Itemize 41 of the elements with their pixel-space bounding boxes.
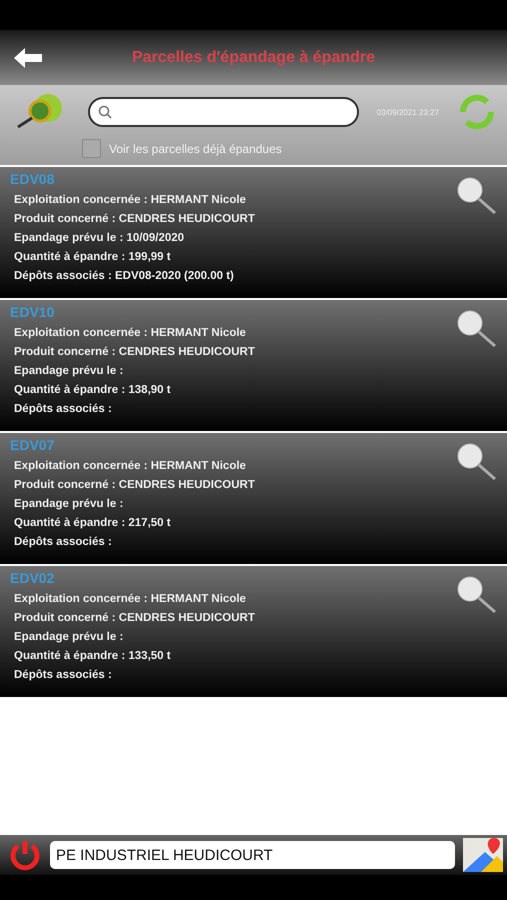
parcel-detail: Epandage prévu le : bbox=[14, 631, 124, 643]
parcel-card[interactable]: EDV02 Exploitation concernée : HERMANT Nicole Produit concerné : CENDRES HEUDICOURT Epandage prévu le : Quantité à épandre : 133,50 t Dépôts associés : bbox=[0, 566, 507, 697]
site-name: PE INDUSTRIEL HEUDICOURT bbox=[50, 841, 455, 869]
parcel-detail: Dépôts associés : bbox=[14, 536, 113, 548]
parcel-card[interactable]: EDV10 Exploitation concernée : HERMANT Nicole Produit concerné : CENDRES HEUDICOURT Epandage prévu le : Quantité à épandre : 138,90 t Dépôts associés : bbox=[0, 300, 507, 431]
parcel-detail: Dépôts associés : EDV08-2020 (200.00 t) bbox=[14, 270, 235, 282]
parcel-detail: Produit concerné : CENDRES HEUDICOURT bbox=[14, 479, 256, 491]
magnifier-icon[interactable] bbox=[455, 576, 497, 614]
parcel-detail: Exploitation concernée : HERMANT Nicole bbox=[14, 460, 247, 472]
parcel-code: EDV08 bbox=[10, 171, 56, 187]
back-arrow-icon[interactable] bbox=[14, 48, 42, 68]
parcel-detail: Quantité à épandre : 199,99 t bbox=[14, 251, 172, 263]
parcel-detail: Exploitation concernée : HERMANT Nicole bbox=[14, 327, 247, 339]
magnifier-icon[interactable] bbox=[455, 177, 497, 215]
parcel-detail: Exploitation concernée : HERMANT Nicole bbox=[14, 593, 247, 605]
parcel-detail: Quantité à épandre : 138,90 t bbox=[14, 384, 172, 396]
parcel-detail: Exploitation concernée : HERMANT Nicole bbox=[14, 194, 247, 206]
parcel-code: EDV10 bbox=[10, 304, 56, 320]
screen-title: Parcelles d'épandage à épandre bbox=[130, 48, 376, 66]
map-icon[interactable] bbox=[463, 838, 503, 872]
magnifier-icon[interactable] bbox=[455, 310, 497, 348]
magnifier-icon[interactable] bbox=[455, 443, 497, 481]
checkbox-label: Voir les parcelles déjà épandues bbox=[109, 142, 282, 156]
parcel-card[interactable]: EDV07 Exploitation concernée : HERMANT Nicole Produit concerné : CENDRES HEUDICOURT Epandage prévu le : Quantité à épandre : 217,50 t Dépôts associés : bbox=[0, 433, 507, 564]
search-icon bbox=[98, 105, 112, 119]
parcel-detail: Epandage prévu le : bbox=[14, 365, 124, 377]
parcel-detail: Produit concerné : CENDRES HEUDICOURT bbox=[14, 213, 256, 225]
parcel-code: EDV02 bbox=[10, 570, 56, 586]
parcel-code: EDV07 bbox=[10, 437, 56, 453]
parcel-detail: Epandage prévu le : bbox=[14, 498, 124, 510]
checkbox[interactable] bbox=[82, 139, 101, 158]
search-field[interactable] bbox=[88, 97, 359, 127]
parcel-detail: Quantité à épandre : 133,50 t bbox=[14, 650, 172, 662]
parcel-detail: Dépôts associés : bbox=[14, 403, 113, 415]
parcel-detail: Produit concerné : CENDRES HEUDICOURT bbox=[14, 346, 256, 358]
power-icon[interactable] bbox=[8, 838, 42, 872]
parcel-detail: Dépôts associés : bbox=[14, 669, 113, 681]
parcel-card[interactable]: EDV08 Exploitation concernée : HERMANT Nicole Produit concerné : CENDRES HEUDICOURT Epandage prévu le : 10/09/2020 Quantité à épandre : 199,99 t Dépôts associés : EDV08-2020 (200.00 t) bbox=[0, 167, 507, 298]
parcel-detail: Epandage prévu le : 10/09/2020 bbox=[14, 232, 186, 244]
parcel-detail: Produit concerné : CENDRES HEUDICOURT bbox=[14, 612, 256, 624]
parcel-detail: Quantité à épandre : 217,50 t bbox=[14, 517, 172, 529]
